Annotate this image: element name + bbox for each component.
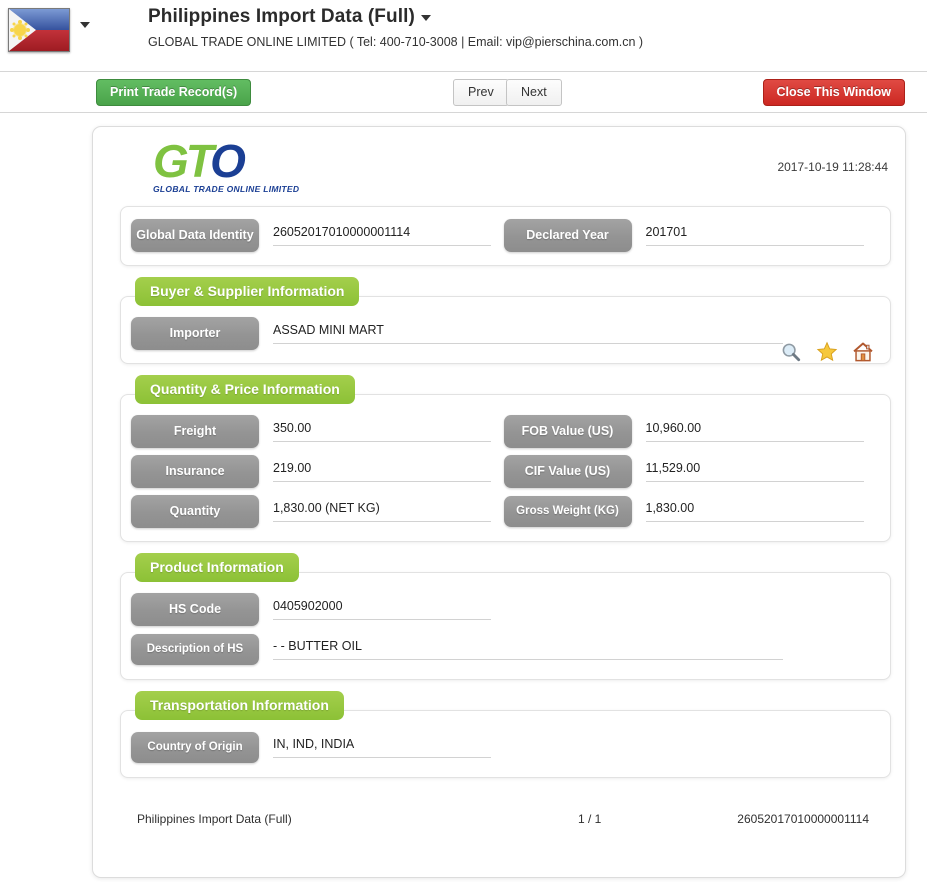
print-trade-records-button[interactable]: Print Trade Record(s) <box>96 79 252 106</box>
field-label: Description of HS <box>131 633 259 665</box>
scrollbar-gutter[interactable] <box>921 113 927 881</box>
field-label: Insurance <box>131 454 259 488</box>
quantity-price-rows: Freight 350.00 FOB Value (US) 10,960.00 … <box>121 403 890 541</box>
section-title-buyer-supplier: Buyer & Supplier Information <box>135 277 360 306</box>
field-value[interactable]: 201701 <box>645 225 864 246</box>
search-icon[interactable] <box>780 341 802 363</box>
section-title-transportation: Transportation Information <box>135 691 344 720</box>
identity-panel: Global Data Identity 2605201701000000111… <box>120 206 891 266</box>
field-label: Country of Origin <box>131 731 259 763</box>
hs-description-row: Description of HS - - BUTTER OIL <box>121 629 890 669</box>
record-action-icons <box>780 341 874 363</box>
footer-record-id: 26052017010000001114 <box>737 812 869 826</box>
close-window-button[interactable]: Close This Window <box>762 79 905 106</box>
action-toolbar: Print Trade Record(s) Prev Next Close Th… <box>0 72 927 113</box>
field-description-of-hs: Description of HS - - BUTTER OIL <box>131 633 890 665</box>
product-rows: HS Code 0405902000 Description of HS - -… <box>121 581 890 679</box>
field-value[interactable]: 11,529.00 <box>645 461 864 482</box>
quantity-price-panel: Quantity & Price Information Freight 350… <box>120 375 891 542</box>
field-label: HS Code <box>131 592 259 626</box>
field-value[interactable]: 1,830.00 <box>645 501 864 522</box>
country-flag-button[interactable] <box>8 8 70 52</box>
logo-letter-g: G <box>153 135 189 187</box>
chevron-down-icon[interactable] <box>80 22 90 28</box>
field-insurance: Insurance 219.00 <box>131 454 504 488</box>
field-value[interactable]: ASSAD MINI MART <box>273 323 783 344</box>
gto-logo-subtext: GLOBAL TRADE ONLINE LIMITED <box>153 184 300 194</box>
field-value[interactable]: 219.00 <box>273 461 491 482</box>
field-value[interactable]: 1,830.00 (NET KG) <box>273 501 491 522</box>
quantity-price-row: Insurance 219.00 CIF Value (US) 11,529.0… <box>121 451 890 491</box>
prev-record-button[interactable]: Prev <box>453 79 509 106</box>
star-icon[interactable] <box>816 341 838 363</box>
document-timestamp: 2017-10-19 11:28:44 <box>777 160 888 174</box>
hs-code-row: HS Code 0405902000 <box>121 589 890 629</box>
field-freight: Freight 350.00 <box>131 414 504 448</box>
document-footer: Philippines Import Data (Full) 1 / 1 260… <box>113 812 885 842</box>
field-label: Global Data Identity <box>131 218 259 252</box>
flag-sun-icon <box>14 24 26 36</box>
document-scroll-area[interactable]: GTO GLOBAL TRADE ONLINE LIMITED 2017-10-… <box>0 113 927 881</box>
transportation-rows: Country of Origin IN, IND, INDIA <box>121 719 890 777</box>
field-label: Declared Year <box>503 218 632 252</box>
field-hs-code: HS Code 0405902000 <box>131 592 890 626</box>
field-label: Freight <box>131 414 259 448</box>
quantity-price-row: Freight 350.00 FOB Value (US) 10,960.00 <box>121 411 890 451</box>
gto-logo-mark: GTO <box>153 138 293 184</box>
field-country-of-origin: Country of Origin IN, IND, INDIA <box>131 731 890 763</box>
buyer-supplier-panel: Buyer & Supplier Information Importer AS… <box>120 277 891 364</box>
importer-row: Importer ASSAD MINI MART <box>121 313 890 353</box>
field-label: Quantity <box>131 494 259 528</box>
footer-dataset-name: Philippines Import Data (Full) <box>137 812 292 826</box>
field-fob-value: FOB Value (US) 10,960.00 <box>503 414 877 448</box>
field-declared-year: Declared Year 201701 <box>503 218 877 252</box>
logo-letter-o: O <box>210 135 246 187</box>
logo-letter-t: T <box>185 135 213 187</box>
country-of-origin-row: Country of Origin IN, IND, INDIA <box>121 727 890 767</box>
field-gross-weight: Gross Weight (KG) 1,830.00 <box>503 495 877 527</box>
field-value[interactable]: 0405902000 <box>273 599 491 620</box>
field-value[interactable]: 350.00 <box>273 421 491 442</box>
field-quantity: Quantity 1,830.00 (NET KG) <box>131 494 504 528</box>
home-icon[interactable] <box>852 341 874 363</box>
field-label: Gross Weight (KG) <box>503 495 632 527</box>
field-importer: Importer ASSAD MINI MART <box>131 316 890 350</box>
identity-rows: Global Data Identity 2605201701000000111… <box>121 207 890 265</box>
transportation-information-panel: Transportation Information Country of Or… <box>120 691 891 778</box>
section-title-product: Product Information <box>135 553 299 582</box>
footer-page-indicator: 1 / 1 <box>578 812 602 826</box>
field-value[interactable]: - - BUTTER OIL <box>273 639 783 660</box>
philippines-flag-icon <box>8 8 70 52</box>
quantity-price-row: Quantity 1,830.00 (NET KG) Gross Weight … <box>121 491 890 531</box>
buyer-supplier-rows: Importer ASSAD MINI MART <box>121 305 890 363</box>
title-block: Philippines Import Data (Full) GLOBAL TR… <box>148 6 643 49</box>
identity-row: Global Data Identity 2605201701000000111… <box>121 215 890 255</box>
product-information-panel: Product Information HS Code 0405902000 D… <box>120 553 891 680</box>
field-value[interactable]: IN, IND, INDIA <box>273 737 491 758</box>
app-header: Philippines Import Data (Full) GLOBAL TR… <box>0 0 927 72</box>
field-cif-value: CIF Value (US) 11,529.00 <box>503 454 877 488</box>
company-contact-line: GLOBAL TRADE ONLINE LIMITED ( Tel: 400-7… <box>148 35 644 49</box>
field-label: FOB Value (US) <box>503 414 632 448</box>
field-label: Importer <box>131 316 259 350</box>
gto-logo: GTO GLOBAL TRADE ONLINE LIMITED <box>153 138 300 194</box>
field-global-data-identity: Global Data Identity 2605201701000000111… <box>131 218 504 252</box>
page-title: Philippines Import Data (Full) <box>148 6 415 27</box>
document-header: GTO GLOBAL TRADE ONLINE LIMITED 2017-10-… <box>93 127 905 200</box>
section-title-quantity-price: Quantity & Price Information <box>135 375 355 404</box>
field-value[interactable]: 26052017010000001114 <box>273 225 491 246</box>
next-record-button[interactable]: Next <box>506 79 562 106</box>
title-chevron-down-icon[interactable] <box>420 14 431 21</box>
field-label: CIF Value (US) <box>503 454 632 488</box>
trade-record-document: GTO GLOBAL TRADE ONLINE LIMITED 2017-10-… <box>92 126 906 878</box>
field-value[interactable]: 10,960.00 <box>645 421 864 442</box>
